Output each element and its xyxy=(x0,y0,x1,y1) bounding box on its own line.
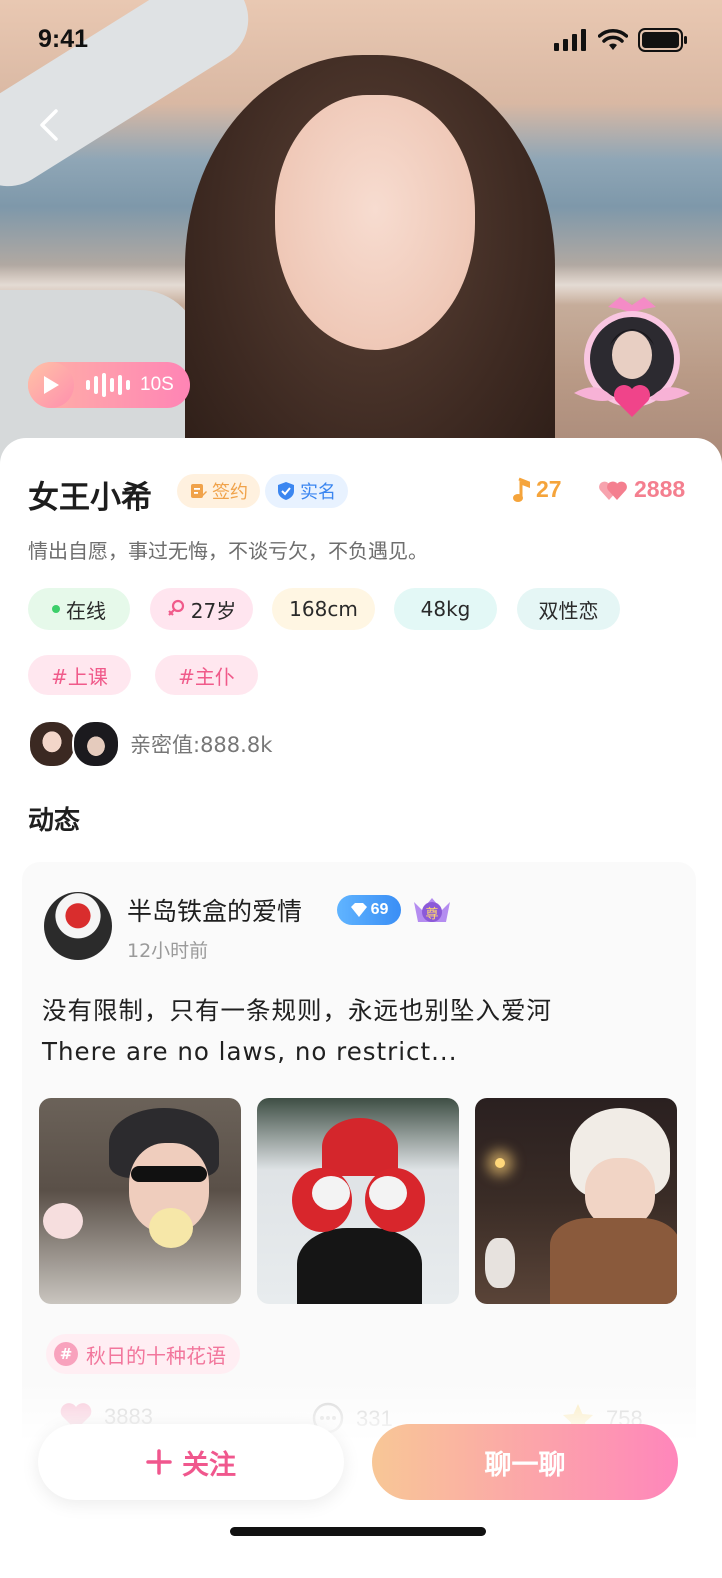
intimacy-row[interactable]: 亲密值:888.8k xyxy=(28,720,272,768)
svg-text:尊: 尊 xyxy=(425,906,438,922)
post-text[interactable]: 没有限制，只有一条规则，永远也别坠入爱河 There are no laws, … xyxy=(42,990,682,1072)
signed-badge: 签约 xyxy=(177,474,260,508)
tag-age-label: 27岁 xyxy=(190,598,237,623)
vip-level: 69 xyxy=(370,901,389,918)
waveform-icon xyxy=(86,373,130,397)
post-text-line: 没有限制，只有一条规则，永远也别坠入爱河 xyxy=(42,996,552,1025)
avatar xyxy=(72,720,120,768)
profile-bio: 情出自愿，事过无悔，不谈亏欠，不负遇见。 xyxy=(28,539,428,563)
avatar-frame[interactable] xyxy=(568,293,696,421)
hashtag-class[interactable]: #上课 xyxy=(28,655,131,695)
music-count: 27 xyxy=(536,476,562,502)
post-username[interactable]: 半岛铁盒的爱情 xyxy=(127,892,302,928)
double-heart-icon xyxy=(599,481,627,500)
home-indicator xyxy=(230,1527,486,1536)
topic-chip[interactable]: # 秋日的十种花语 xyxy=(46,1334,240,1374)
signal-icon xyxy=(554,29,586,51)
heart-frame-icon xyxy=(574,297,690,417)
wifi-icon xyxy=(598,29,628,50)
vip-level-badge: 69 xyxy=(337,895,401,925)
profile-name: 女王小希 xyxy=(28,480,152,516)
female-icon xyxy=(167,599,184,616)
hashtag-icon: # xyxy=(54,1342,78,1366)
music-note-icon xyxy=(513,477,530,502)
tag-height: 168cm xyxy=(272,588,375,630)
post-photo[interactable] xyxy=(39,1098,241,1304)
crown-badge-icon: 尊 xyxy=(414,898,450,922)
post-photo[interactable] xyxy=(475,1098,677,1304)
post-time: 12小时前 xyxy=(127,940,209,962)
tag-age: 27岁 xyxy=(150,588,253,630)
topic-label: 秋日的十种花语 xyxy=(86,1343,226,1368)
signed-badge-label: 签约 xyxy=(212,482,248,503)
status-time: 9:41 xyxy=(38,25,89,53)
contract-icon xyxy=(191,484,207,498)
shield-check-icon xyxy=(278,482,294,500)
avatar xyxy=(28,720,76,768)
verified-badge: 实名 xyxy=(265,474,348,508)
voice-duration: 10S xyxy=(140,374,174,395)
likes-count: 2888 xyxy=(634,476,686,502)
chat-button-label: 聊一聊 xyxy=(484,1449,566,1481)
back-button[interactable] xyxy=(30,105,70,145)
post-photo[interactable] xyxy=(257,1098,459,1304)
tag-weight-label: 48kg xyxy=(420,597,471,621)
post-text-line: There are no laws, no restrict... xyxy=(42,1037,458,1066)
music-stat: 27 xyxy=(512,476,562,503)
battery-icon xyxy=(638,28,687,52)
hashtag-master[interactable]: #主仆 xyxy=(155,655,258,695)
tag-online: 在线 xyxy=(28,588,130,630)
tag-orientation: 双性恋 xyxy=(517,588,620,630)
likes-stat: 2888 xyxy=(598,476,685,503)
intimacy-value: 亲密值:888.8k xyxy=(130,733,273,757)
diamond-icon xyxy=(350,903,367,917)
cover-face xyxy=(275,95,475,350)
status-bar: 9:41 xyxy=(0,0,722,80)
follow-button-label: 关注 xyxy=(182,1449,236,1481)
tag-height-label: 168cm xyxy=(289,597,358,621)
follow-button[interactable]: 关注 xyxy=(38,1424,344,1500)
tag-online-label: 在线 xyxy=(66,598,106,623)
avatar[interactable] xyxy=(44,892,112,960)
play-icon xyxy=(28,362,74,408)
voice-intro-button[interactable]: 10S xyxy=(28,362,190,408)
verified-badge-label: 实名 xyxy=(300,482,336,503)
status-icons xyxy=(554,28,688,52)
online-dot-icon xyxy=(52,605,60,613)
section-title-moments: 动态 xyxy=(28,806,81,836)
tag-weight: 48kg xyxy=(394,588,497,630)
plus-icon xyxy=(146,1449,172,1475)
chevron-left-icon xyxy=(40,109,58,141)
chat-button[interactable]: 聊一聊 xyxy=(372,1424,678,1500)
tag-orientation-label: 双性恋 xyxy=(538,598,599,623)
